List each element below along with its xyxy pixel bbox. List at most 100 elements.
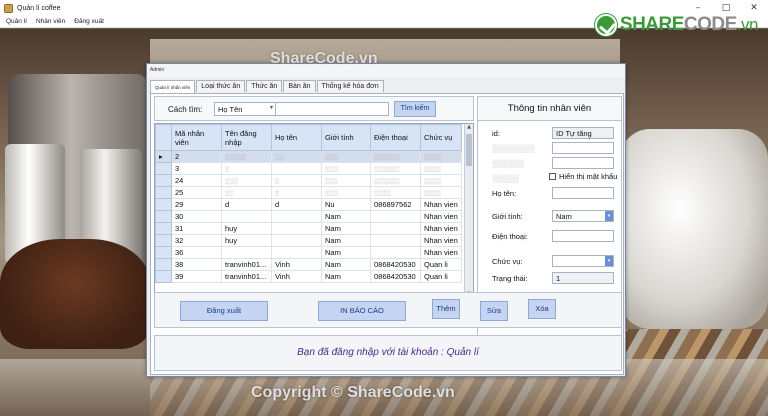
cell[interactable]: Nam [321, 234, 371, 247]
cell[interactable]: 31 [171, 222, 222, 235]
cell[interactable]: Nam [321, 210, 371, 223]
cell[interactable]: ░░░░░░ [370, 162, 421, 175]
table-row[interactable]: 39 tranvinh01... Vinh Nam 0868420530 Qua… [155, 270, 462, 283]
cell[interactable]: ░░░░ [420, 150, 462, 163]
cell[interactable]: tranvinh01... [221, 258, 272, 271]
cell[interactable]: Vinh [271, 258, 322, 271]
table-row[interactable]: 32 huy Nam Nhan vien [155, 234, 462, 247]
cell[interactable] [271, 222, 322, 235]
cell[interactable]: ░░░ [221, 174, 272, 187]
delete-button[interactable]: Xóa [528, 299, 556, 319]
cell[interactable]: d [221, 198, 272, 211]
cell[interactable]: ░░░ [321, 174, 371, 187]
cell[interactable]: ░░░░ [420, 162, 462, 175]
cell[interactable]: 0868420530 [370, 258, 421, 271]
cell[interactable]: huy [221, 234, 272, 247]
cell[interactable]: ░░░░ [420, 186, 462, 199]
cell[interactable]: ░░░ [321, 186, 371, 199]
col-ten-dang-nhap[interactable]: Tên đăng nhập [221, 124, 272, 151]
search-button[interactable]: Tìm kiếm [394, 101, 436, 117]
cell[interactable]: 086897562 [370, 198, 421, 211]
cell[interactable]: ░░░░░░ [370, 174, 421, 187]
col-ho-ten[interactable]: Họ tên [271, 124, 322, 151]
menu-dang-xuat[interactable]: Đăng xuất [74, 18, 104, 25]
scroll-up-icon[interactable]: ▲ [465, 124, 473, 132]
cell[interactable] [370, 246, 421, 259]
col-dien-thoai[interactable]: Điện thoại [370, 124, 421, 151]
logout-button[interactable]: Đăng xuất [180, 301, 268, 321]
cell[interactable]: ░░░ [321, 150, 371, 163]
table-row[interactable]: 29 d d Nu 086897562 Nhan vien [155, 198, 462, 211]
cell[interactable] [221, 246, 272, 259]
cell[interactable]: ░ [271, 174, 322, 187]
cell[interactable]: 38 [171, 258, 222, 271]
employee-grid[interactable]: Mã nhân viên Tên đăng nhập Họ tên Giới t… [154, 123, 474, 309]
menu-quan-li[interactable]: Quản lí [6, 18, 27, 25]
password-field[interactable] [552, 157, 614, 169]
cell[interactable]: 36 [171, 246, 222, 259]
cell[interactable] [370, 210, 421, 223]
cell[interactable] [370, 222, 421, 235]
cell[interactable]: tranvinh01... [221, 270, 272, 283]
username-field[interactable] [552, 142, 614, 154]
cell[interactable]: Nam [321, 258, 371, 271]
cell[interactable]: Nu [321, 198, 371, 211]
table-row[interactable]: 31 huy Nam Nhan vien [155, 222, 462, 235]
add-button[interactable]: Thêm [432, 299, 460, 319]
table-row[interactable]: 30 Nam Nhan vien [155, 210, 462, 223]
cell[interactable]: 30 [171, 210, 222, 223]
col-chuc-vu[interactable]: Chức vụ [420, 124, 462, 151]
cell[interactable]: 25 [171, 186, 222, 199]
table-row[interactable]: 3 ░ ░░░ ░░░░░░ ░░░░ [155, 162, 462, 175]
cell[interactable]: huy [221, 222, 272, 235]
cell[interactable]: 0868420530 [370, 270, 421, 283]
cell[interactable]: ░░ [221, 186, 272, 199]
cell[interactable]: Nam [321, 246, 371, 259]
col-ma-nhan-vien[interactable]: Mã nhân viên [171, 124, 222, 151]
scroll-thumb[interactable] [466, 134, 472, 166]
cell[interactable]: ░░░ [321, 162, 371, 175]
cell[interactable]: 24 [171, 174, 222, 187]
cell[interactable] [221, 210, 272, 223]
cell[interactable]: Nhan vien [420, 246, 462, 259]
cell[interactable]: Vinh [271, 270, 322, 283]
grid-vertical-scrollbar[interactable]: ▲ ▼ [464, 124, 473, 308]
cell[interactable] [370, 234, 421, 247]
cell[interactable]: Nam [321, 222, 371, 235]
table-row[interactable]: 38 tranvinh01... Vinh Nam 0868420530 Qua… [155, 258, 462, 271]
print-report-button[interactable]: IN BÁO CÁO [318, 301, 406, 321]
table-row[interactable]: 24 ░░░ ░ ░░░ ░░░░░░ ░░░░ [155, 174, 462, 187]
search-type-select[interactable]: Họ Tên ▾ [214, 102, 276, 116]
col-gioi-tinh[interactable]: Giới tính [321, 124, 371, 151]
cell[interactable] [271, 210, 322, 223]
tab-thuc-an[interactable]: Thức ăn [246, 80, 283, 92]
cell[interactable] [271, 234, 322, 247]
cell[interactable]: d [271, 198, 322, 211]
cell[interactable]: 32 [171, 234, 222, 247]
show-password-checkbox[interactable]: Hiển thị mật khẩu [549, 172, 617, 181]
tab-quan-li-nhan-vien[interactable]: Quản lí nhân viên [150, 80, 196, 93]
checkbox-icon[interactable] [549, 173, 556, 180]
cell[interactable]: ░░░░ [420, 174, 462, 187]
position-select[interactable]: ▾ [552, 255, 614, 267]
cell[interactable] [271, 246, 322, 259]
cell[interactable]: Nhan vien [420, 234, 462, 247]
cell[interactable]: Quan li [420, 270, 462, 283]
table-row[interactable]: 25 ░░ ░ ░░░ ░░░░ ░░░░ [155, 186, 462, 199]
fullname-field[interactable] [552, 187, 614, 199]
cell[interactable]: Nhan vien [420, 198, 462, 211]
cell[interactable]: 3 [171, 162, 222, 175]
tab-ban-an[interactable]: Bàn ăn [283, 80, 316, 92]
cell[interactable]: 39 [171, 270, 222, 283]
table-row[interactable]: ▸ 2 ░░░░░ ░░ ░░░ ░░░░░░ ░░░░ [155, 150, 462, 163]
cell[interactable]: Nam [321, 270, 371, 283]
tab-thong-ke-hoa-don[interactable]: Thống kê hóa đơn [316, 80, 384, 92]
table-row[interactable]: 36 Nam Nhan vien [155, 246, 462, 259]
tab-loai-thuc-an[interactable]: Loại thức ăn [196, 80, 246, 92]
cell[interactable]: Nhan vien [420, 222, 462, 235]
cell[interactable]: Quan li [420, 258, 462, 271]
edit-button[interactable]: Sửa [480, 301, 508, 321]
gender-select[interactable]: Nam ▾ [552, 210, 614, 222]
cell[interactable]: ░░░░░ [221, 150, 272, 163]
phone-field[interactable] [552, 230, 614, 242]
